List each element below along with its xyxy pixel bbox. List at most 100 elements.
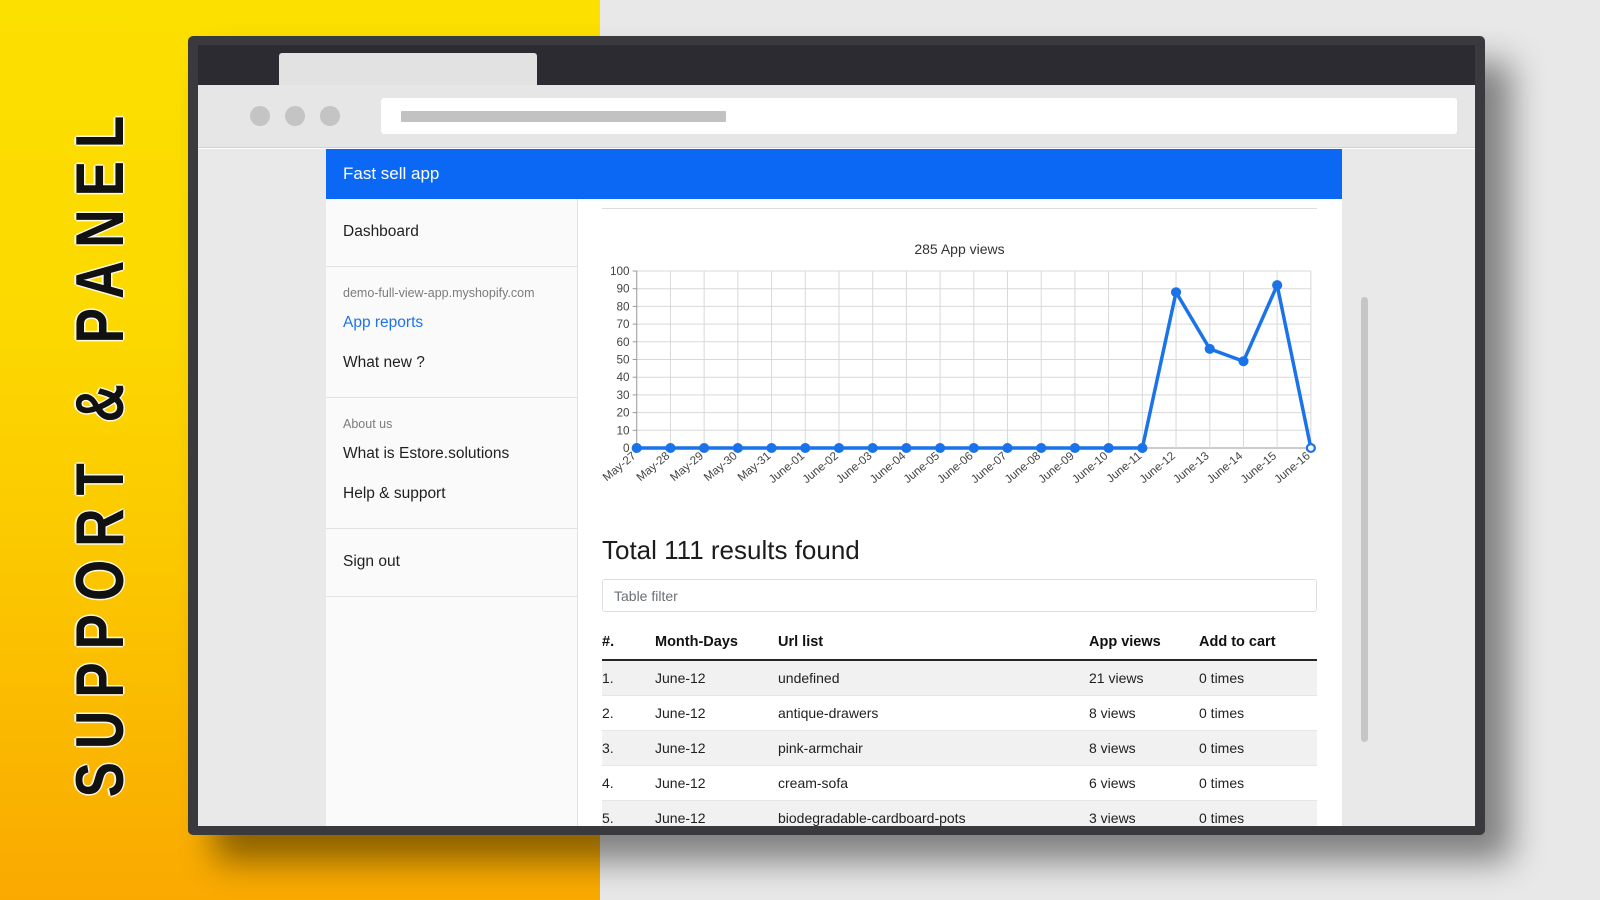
row-url: undefined [778,660,1089,696]
results-table-head: #. Month-Days Url list App views Add to … [602,634,1317,661]
chart-y-tick-label: 80 [617,301,630,314]
chart-data-point[interactable] [766,443,777,454]
sidebar-item-what-new[interactable]: What new ? [326,343,577,384]
row-index: 3. [602,730,655,766]
sidebar-group-main: Dashboard [326,199,577,267]
row-index: 2. [602,695,655,731]
table-row[interactable]: 4. June-12 cream-sofa 6 views 0 times [602,765,1317,801]
chart-x-tick-label: June-12 [1137,449,1178,486]
table-row[interactable]: 2. June-12 antique-drawers 8 views 0 times [602,695,1317,731]
chart-plot-area: 0 10 20 30 40 50 60 70 80 90 100 May-27 May-28 May-29… [602,265,1317,510]
app-body: Dashboard demo-full-view-app.myshopify.c… [326,199,1342,826]
chart-data-point[interactable] [1103,443,1114,454]
app-viewport: Fast sell app Dashboard demo-full-view-a… [198,149,1475,826]
chart-x-tick-label: May-28 [634,449,672,483]
chart-data-point[interactable] [631,443,642,454]
browser-titlebar [198,45,1475,85]
chart-data-point[interactable] [1036,443,1047,454]
sidebar-item-dashboard[interactable]: Dashboard [326,212,577,253]
chart-data-point[interactable] [732,443,743,454]
chart-x-tick-label: June-11 [1104,449,1144,485]
chart-data-point[interactable] [1305,443,1316,454]
table-filter-input[interactable] [602,579,1317,612]
browser-inner: Fast sell app Dashboard demo-full-view-a… [198,45,1475,826]
row-add-to-cart: 0 times [1199,765,1317,801]
chart-x-tick-label: June-13 [1171,449,1212,486]
row-app-views: 21 views [1089,660,1199,696]
row-url: cream-sofa [778,765,1089,801]
table-header-index[interactable]: #. [602,634,655,661]
chart-y-tick-label: 40 [617,371,630,384]
row-app-views: 6 views [1089,765,1199,801]
table-row[interactable]: 5. June-12 biodegradable-cardboard-pots 3 v… [602,800,1317,826]
row-add-to-cart: 0 times [1199,660,1317,696]
row-month-days: June-12 [655,800,778,826]
row-add-to-cart: 0 times [1199,800,1317,826]
chart-x-tick-label: June-08 [1002,449,1043,486]
chart-data-point[interactable] [968,443,979,454]
table-row[interactable]: 3. June-12 pink-armchair 8 views 0 times [602,730,1317,766]
row-add-to-cart: 0 times [1199,730,1317,766]
table-header-url-list[interactable]: Url list [778,634,1089,661]
chart-y-tick-label: 10 [617,424,630,437]
chart-data-point[interactable] [665,443,676,454]
page-gutter-right [1342,149,1475,826]
sidebar-item-app-reports[interactable]: App reports [326,303,577,344]
chart-data-point[interactable] [699,443,710,454]
chart-title: 285 App views [914,241,1005,257]
sidebar-group-session: Sign out [326,529,577,597]
chart-x-tick-label: June-05 [901,449,942,486]
browser-tab[interactable] [279,53,537,85]
chart-x-tick-label: June-09 [1036,449,1077,486]
row-month-days: June-12 [655,695,778,731]
chart-data-point[interactable] [833,443,845,454]
chart-data-point[interactable] [934,443,946,454]
promo-headline: SUPPORT & PANEL [62,102,139,798]
vertical-scrollbar[interactable] [1361,297,1368,742]
chart-y-tick-label: 50 [617,354,630,367]
table-header-add-to-cart[interactable]: Add to cart [1199,634,1317,661]
chart-y-tick-label: 100 [610,265,630,278]
chart-data-point[interactable] [1204,343,1215,354]
chart-x-tick-label: June-16 [1272,449,1313,486]
chart-data-point[interactable] [901,443,912,454]
chart-data-point[interactable] [1002,443,1013,454]
chart-x-tick-label: June-06 [935,449,976,486]
chart-x-tick-label: June-03 [834,449,875,486]
chart-data-point[interactable] [1170,287,1182,298]
browser-window: Fast sell app Dashboard demo-full-view-a… [188,36,1485,835]
chart-x-tick-label: June-10 [1070,449,1111,486]
address-bar-text-placeholder [401,110,726,122]
sidebar-item-sign-out[interactable]: Sign out [326,542,577,583]
sidebar-group-about: About us What is Estore.solutions Help &… [326,398,577,529]
chart-data-point[interactable] [1238,356,1249,367]
chart-x-tick-label: May-30 [701,449,739,483]
table-header-app-views[interactable]: App views [1089,634,1199,661]
chart-data-point[interactable] [867,443,878,454]
app-shell: Fast sell app Dashboard demo-full-view-a… [326,149,1342,826]
table-row[interactable]: 1. June-12 undefined 21 views 0 times [602,660,1317,696]
chart-y-tick-label: 60 [617,336,630,349]
window-minimize-dot-icon[interactable] [285,106,305,126]
chart-data-point[interactable] [1069,443,1081,454]
table-header-row: #. Month-Days Url list App views Add to … [602,634,1317,661]
row-index: 4. [602,765,655,801]
sidebar-caption-about-us: About us [343,416,393,431]
row-month-days: June-12 [655,730,778,766]
row-app-views: 8 views [1089,730,1199,766]
results-table: #. Month-Days Url list App views Add to … [602,634,1317,826]
chart-data-point[interactable] [1137,443,1148,454]
window-close-dot-icon[interactable] [250,106,270,126]
chart-y-tick-label: 90 [617,283,630,296]
main-content: 285 App views 0 10 20 30 40 50 60 70 80 90 100 May-… [578,199,1342,826]
window-maximize-dot-icon[interactable] [320,106,340,126]
chart-data-point[interactable] [800,443,811,454]
table-header-month-days[interactable]: Month-Days [655,634,778,661]
sidebar-item-help-support[interactable]: Help & support [326,474,577,515]
app-header: Fast sell app [326,149,1342,199]
sidebar-item-what-is-estore[interactable]: What is Estore.solutions [326,434,577,475]
chart-data-point[interactable] [1272,280,1283,291]
row-url: antique-drawers [778,695,1089,731]
address-bar[interactable] [381,98,1457,134]
row-index: 5. [602,800,655,826]
